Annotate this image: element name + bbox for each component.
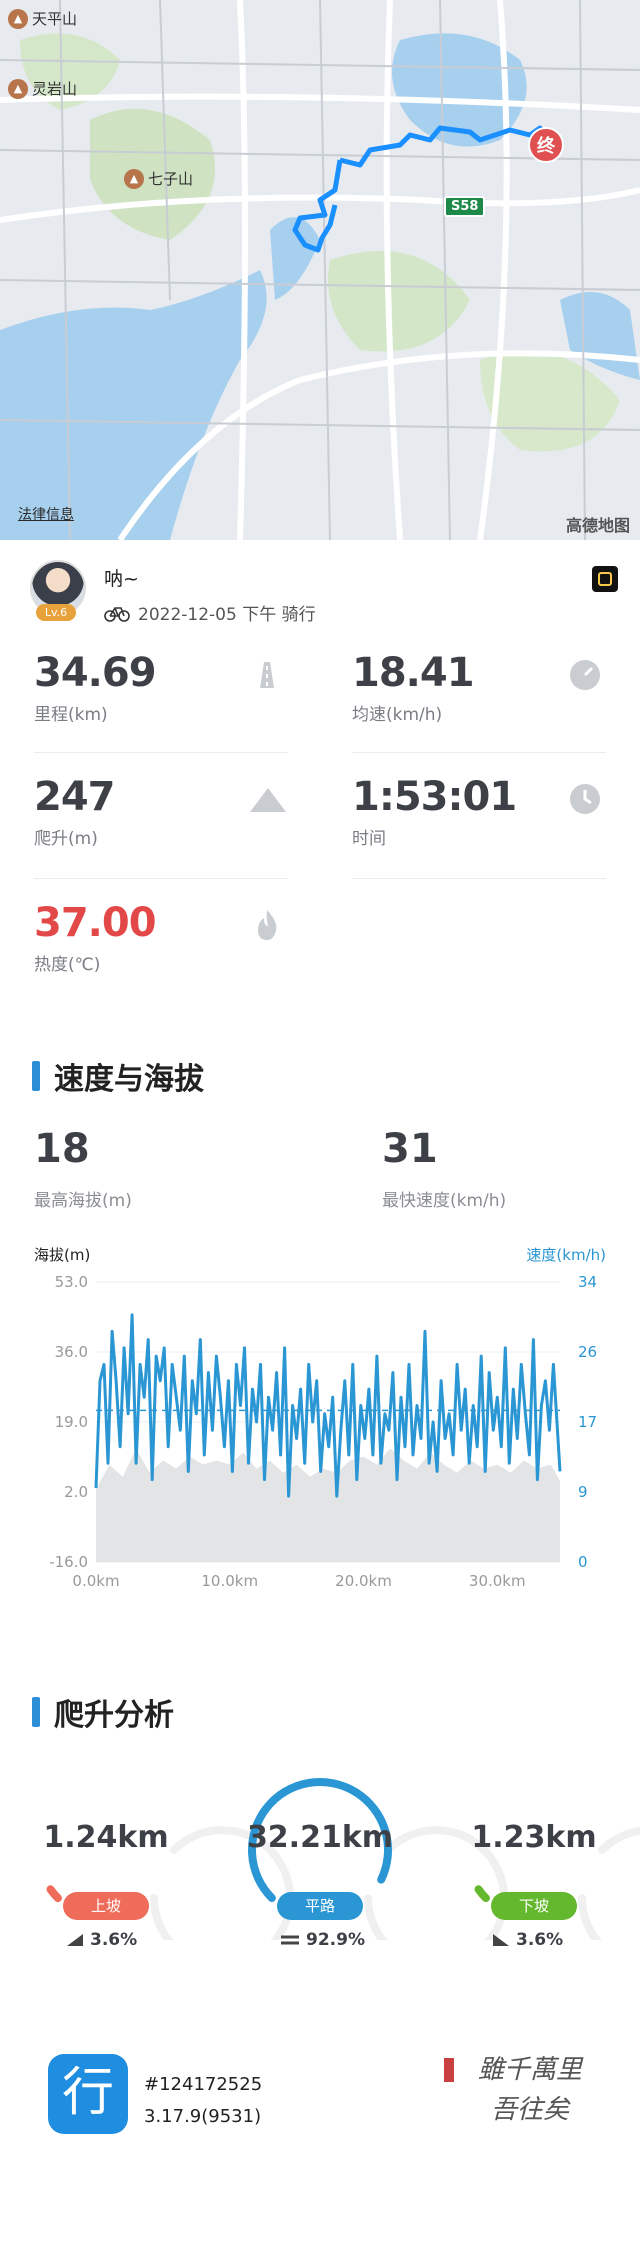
x-tick-label: 30.0km: [469, 1572, 526, 1590]
downhill-pill: 下坡: [491, 1892, 577, 1920]
right-tick-label: 0: [578, 1553, 588, 1571]
left-tick-label: 19.0: [55, 1413, 88, 1431]
uphill-pill: 上坡: [63, 1892, 149, 1920]
stat-distance: 34.69 里程(km): [34, 650, 157, 725]
max-speed-label: 最快速度(km/h): [382, 1191, 507, 1211]
stat-calories: 37.00 热度(℃): [34, 900, 157, 975]
downhill-icon: [493, 1934, 509, 1946]
ride-datetime: 2022-12-05 下午 骑行: [138, 605, 316, 625]
uphill-distance: 1.24km: [43, 1820, 169, 1855]
max-elev-label: 最高海拔(m): [34, 1191, 132, 1211]
level-badge: Lv.6: [36, 604, 76, 621]
left-axis-label: 海拔(m): [34, 1246, 91, 1264]
record-id: #124172525: [144, 2074, 263, 2095]
left-tick-label: 36.0: [55, 1343, 88, 1361]
flat-distance: 32.21km: [246, 1820, 394, 1855]
calligraphy-watermark: 雖千萬里 吾往矣: [477, 2055, 582, 2125]
bicycle-icon: [104, 606, 130, 622]
clock-icon: [568, 782, 602, 816]
poi-lingyanshan[interactable]: ▲ 灵岩山: [8, 78, 77, 99]
divider: [352, 878, 606, 879]
uphill-pct: 3.6%: [66, 1930, 137, 1950]
road-icon: [250, 658, 284, 692]
mountain-poi-icon: ▲: [8, 78, 28, 99]
speed-elevation-chart[interactable]: 53.0 36.0 19.0 2.0 -16.0 34 26 17 9 0 0.0km 10.0km 2…: [0, 1270, 640, 1610]
app-logo[interactable]: 行: [48, 2054, 128, 2134]
uphill-icon: [67, 1934, 83, 1946]
stat-climb: 247 爬升(m): [34, 774, 115, 849]
time-value: 1:53:01: [352, 774, 517, 820]
x-tick-label: 10.0km: [201, 1572, 258, 1590]
calories-value: 37.00: [34, 900, 157, 946]
avg-speed-label: 均速(km/h): [352, 705, 443, 725]
route-map[interactable]: ▲ 天平山 ▲ 灵岩山 ▲ 七子山 S58 终 法律信息 高德地图: [0, 0, 640, 540]
max-speed-value: 31: [382, 1126, 438, 1172]
max-elev-value: 18: [34, 1126, 90, 1172]
right-tick-label: 34: [578, 1273, 597, 1291]
left-tick-label: 53.0: [55, 1273, 88, 1291]
x-tick-label: 20.0km: [335, 1572, 392, 1590]
x-tick-label: 0.0km: [72, 1572, 119, 1590]
poi-qizishan[interactable]: ▲ 七子山: [124, 168, 193, 189]
left-tick-label: -16.0: [49, 1553, 88, 1571]
climb-analysis-title: 爬升分析: [32, 1690, 174, 1734]
calories-label: 热度(℃): [34, 955, 101, 975]
mountain-icon: [248, 782, 286, 816]
mountain-poi-icon: ▲: [8, 8, 28, 29]
gauge-icon: [568, 658, 602, 692]
legal-info-link[interactable]: 法律信息: [18, 504, 74, 524]
divider: [34, 752, 288, 753]
right-tick-label: 26: [578, 1343, 597, 1361]
poi-tianpingshan[interactable]: ▲ 天平山: [8, 8, 77, 29]
route-end-marker: 终: [528, 127, 564, 163]
road-badge-s58: S58: [444, 196, 486, 217]
flat-pill: 平路: [277, 1892, 363, 1920]
flat-pct: 92.9%: [280, 1930, 365, 1950]
map-brand-logo: 高德地图: [565, 516, 630, 535]
flat-road-icon: [281, 1935, 299, 1945]
time-label: 时间: [352, 829, 386, 849]
climb-value: 247: [34, 774, 115, 820]
downhill-distance: 1.23km: [471, 1820, 597, 1855]
avg-speed-value: 18.41: [352, 650, 475, 696]
elevation-area: [96, 1448, 560, 1562]
ring-progress: [46, 1885, 62, 1903]
stat-time: 1:53:01 时间: [352, 774, 517, 849]
divider: [34, 878, 288, 879]
mountain-poi-icon: ▲: [124, 168, 144, 189]
climb-label: 爬升(m): [34, 829, 98, 849]
right-axis-label: 速度(km/h): [526, 1246, 606, 1264]
right-tick-label: 17: [578, 1413, 597, 1431]
distance-value: 34.69: [34, 650, 157, 696]
device-app-icon[interactable]: [592, 566, 618, 592]
right-tick-label: 9: [578, 1483, 588, 1501]
divider: [352, 752, 606, 753]
flame-icon: [250, 908, 284, 942]
left-tick-label: 2.0: [64, 1483, 88, 1501]
ride-meta: 2022-12-05 下午 骑行: [104, 600, 316, 625]
app-version: 3.17.9(9531): [144, 2106, 262, 2127]
user-name[interactable]: 呐~: [104, 564, 139, 591]
distance-label: 里程(km): [34, 705, 108, 725]
stat-avg-speed: 18.41 均速(km/h): [352, 650, 475, 725]
map-canvas: [0, 0, 640, 540]
ring-progress: [474, 1885, 490, 1903]
speed-elevation-title: 速度与海拔: [32, 1054, 204, 1098]
downhill-pct: 3.6%: [492, 1930, 563, 1950]
